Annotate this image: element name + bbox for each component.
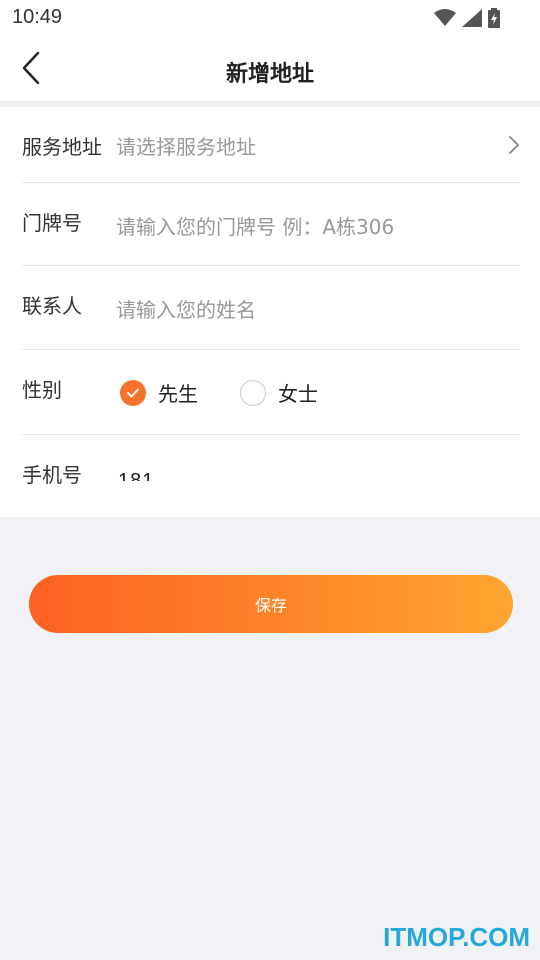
chevron-right-icon[interactable] [508,135,520,159]
battery-icon [488,8,500,32]
contact-row: 联系人 请输入您的姓名 [22,266,520,350]
service-address-row[interactable]: 服务地址 请选择服务地址 [22,107,520,183]
gender-row: 性别 先生 女士 [22,350,520,435]
status-icons [434,8,500,32]
service-address-label: 服务地址 [22,135,102,159]
contact-label: 联系人 [22,294,82,318]
address-form: 服务地址 请选择服务地址 门牌号 请输入您的门牌号 例：A栋306 联系人 请输… [0,107,540,517]
signal-icon [462,9,482,31]
gender-option-ms[interactable]: 女士 [240,378,318,407]
phone-row: 手机号 181 [22,435,520,517]
gender-label: 性别 [22,378,62,402]
gender-option-mr[interactable]: 先生 [120,378,198,407]
wifi-icon [434,9,456,31]
phone-label: 手机号 [22,463,82,487]
radio-checked-icon [120,379,146,406]
house-number-row: 门牌号 请输入您的门牌号 例：A栋306 [22,183,520,266]
house-number-label: 门牌号 [22,211,82,235]
watermark-logo: ITMOP.COM [383,922,530,952]
gender-radio-group: 先生 女士 [120,378,360,407]
save-button[interactable]: 保存 [29,575,513,633]
phone-input[interactable]: 181 [118,469,154,481]
gender-option-mr-label: 先生 [158,382,198,406]
status-bar: 10:49 [0,0,540,36]
status-time: 10:49 [12,6,63,28]
service-address-select[interactable]: 请选择服务地址 [116,131,256,160]
house-number-input[interactable]: 请输入您的门牌号 例：A栋306 [116,211,394,240]
contact-name-input[interactable]: 请输入您的姓名 [116,294,256,323]
header: 新增地址 [0,36,540,104]
radio-unchecked-icon [240,379,266,406]
page-title: 新增地址 [225,62,314,87]
gender-option-ms-label: 女士 [278,382,318,406]
